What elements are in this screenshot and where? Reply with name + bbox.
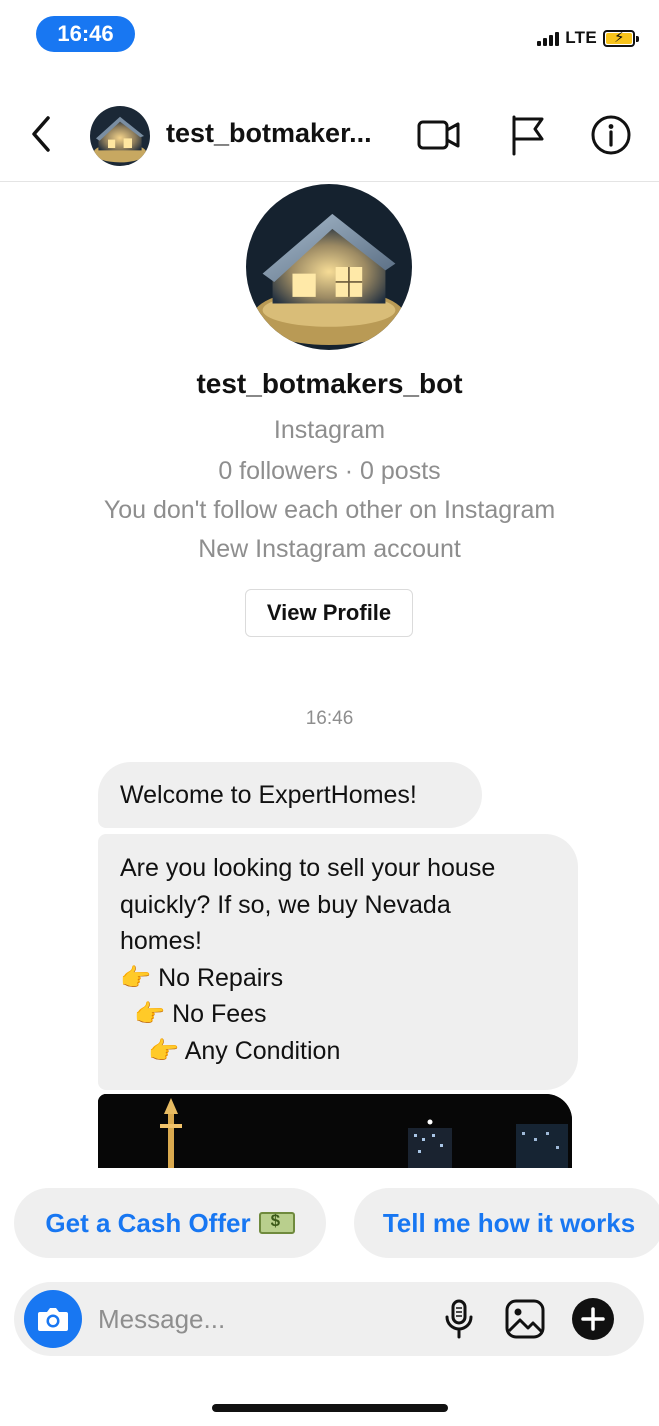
city-night-image <box>98 1094 572 1168</box>
camera-button[interactable] <box>24 1290 82 1348</box>
money-icon <box>258 1211 295 1234</box>
report-button[interactable] <box>504 112 550 158</box>
header-avatar[interactable] <box>90 106 150 166</box>
gallery-button[interactable] <box>502 1296 548 1342</box>
account-note: New Instagram account <box>198 535 461 563</box>
plus-circle-icon <box>572 1298 614 1340</box>
status-time: 16:46 <box>36 16 135 52</box>
message-text: Welcome to ExpertHomes! <box>120 781 417 809</box>
message-bubble: Are you looking to sell your house quick… <box>98 834 578 1090</box>
signal-icon <box>537 30 560 46</box>
message-line: homes! <box>120 927 202 955</box>
info-icon <box>591 115 631 155</box>
profile-name: test_botmakers_bot <box>196 368 463 399</box>
profile-stats: 0 followers · 0 posts <box>218 457 441 485</box>
camera-icon <box>38 1308 68 1331</box>
message-line: 👉 No Fees <box>134 1000 267 1028</box>
chat-header: test_botmaker... <box>0 92 659 182</box>
quick-reply-label: Get a Cash Offer <box>45 1207 251 1238</box>
chat-title[interactable]: test_botmaker... <box>166 118 372 149</box>
view-profile-button[interactable]: View Profile <box>245 589 413 637</box>
image-icon <box>505 1299 545 1339</box>
quick-reply-label: Tell me how it works <box>382 1207 636 1238</box>
chevron-left-icon <box>32 116 50 152</box>
microphone-icon <box>445 1299 473 1339</box>
status-indicators: LTE ⚡ <box>537 28 639 48</box>
profile-platform: Instagram <box>273 416 386 444</box>
follow-status: You don't follow each other on Instagram <box>103 496 556 524</box>
back-button[interactable] <box>26 114 58 154</box>
house-avatar-image <box>246 184 412 350</box>
message-line: 👉 No Repairs <box>120 963 284 992</box>
message-input[interactable] <box>98 1298 418 1340</box>
battery-icon: ⚡ <box>603 29 639 47</box>
flag-icon <box>512 115 544 156</box>
add-button[interactable] <box>570 1296 616 1342</box>
info-button[interactable] <box>588 112 634 158</box>
message-composer <box>14 1282 644 1356</box>
message-line: 👉 Any Condition <box>148 1036 341 1065</box>
message-line: quickly? If so, we buy Nevada <box>120 890 451 919</box>
profile-avatar[interactable] <box>246 184 412 350</box>
house-avatar-image <box>90 106 150 166</box>
video-camera-icon <box>417 120 460 150</box>
quick-reply-how-it-works[interactable]: Tell me how it works <box>354 1188 659 1258</box>
quick-reply-cash-offer[interactable]: Get a Cash Offer <box>14 1188 326 1258</box>
voice-message-button[interactable] <box>436 1296 482 1342</box>
network-label: LTE <box>565 28 597 47</box>
message-line: Are you looking to sell your house <box>120 854 496 882</box>
message-bubble: Welcome to ExpertHomes! <box>98 762 482 828</box>
home-indicator[interactable] <box>212 1404 448 1412</box>
video-call-button[interactable] <box>416 112 462 158</box>
image-message[interactable] <box>98 1094 572 1168</box>
message-timestamp: 16:46 <box>305 708 354 729</box>
